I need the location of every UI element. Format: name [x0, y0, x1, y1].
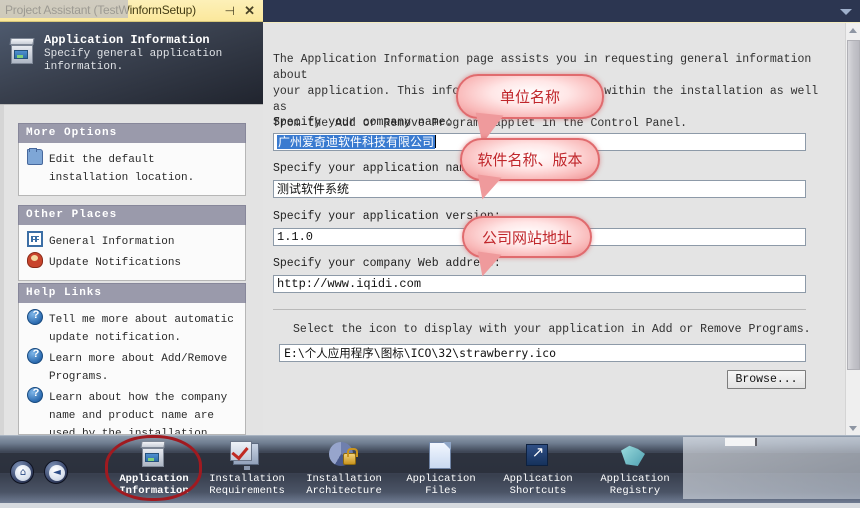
registry-blocks-icon [618, 441, 652, 472]
company-name-label: Specify your company name: [273, 116, 453, 129]
company-web-address-label: Specify your company Web address: [273, 257, 501, 270]
dock-item-label-line2: Requirements [209, 485, 285, 497]
dock-item-label-line1: Application [503, 473, 573, 485]
page-subtitle: Specify general application information. [44, 48, 223, 73]
help-link-company-product-name[interactable]: Learn about how the company name and pro… [25, 387, 239, 435]
sidebar-item-general-information[interactable]: General Information [25, 231, 239, 249]
sidebar-item-label: Edit the default installation location. [49, 154, 195, 184]
vertical-scrollbar[interactable] [845, 23, 860, 436]
close-icon[interactable]: ✕ [244, 3, 255, 19]
dock-item-installation-architecture[interactable]: Installation Architecture [289, 436, 399, 497]
panel-title: Other Places [18, 205, 246, 225]
callout-tail [474, 174, 502, 202]
dock-item-label-line2: Registry [609, 485, 661, 497]
panel-title: More Options [18, 123, 246, 143]
file-page-icon [424, 441, 458, 472]
shortcut-arrow-icon [521, 441, 555, 472]
help-link-label: Tell me more about automatic update noti… [49, 314, 234, 344]
dock-item-label-line2: Architecture [306, 485, 382, 497]
back-arrow-icon: ◄ [49, 465, 65, 481]
annotation-red-circle [105, 435, 202, 501]
section-divider [273, 309, 806, 310]
help-icon [27, 348, 44, 364]
sidebar-panel-other-places: Other Places General Information Update … [18, 205, 246, 281]
application-version-value: 1.1.0 [277, 230, 314, 244]
help-icon [27, 387, 44, 403]
page-title: Application Information [44, 33, 210, 47]
callout-app-name-version: 软件名称、版本 [460, 138, 600, 202]
update-icon [27, 252, 43, 268]
sidebar-item-label: Update Notifications [49, 257, 182, 269]
application-name-value: 测试软件系统 [277, 182, 350, 196]
dock-item-label-line1: Application [600, 473, 670, 485]
sidebar-item-edit-install-location[interactable]: Edit the default installation location. [25, 148, 239, 185]
back-button[interactable]: ◄ [44, 460, 68, 484]
help-link-label: Learn about how the company name and pro… [49, 392, 228, 435]
company-web-address-input[interactable]: http://www.iqidi.com [273, 275, 806, 293]
callout-company-web-address: 公司网站地址 [462, 216, 592, 279]
callout-tail [474, 251, 502, 279]
app-root: Project Assistant (TestWinformSetup) ⊣ ✕… [0, 0, 860, 508]
sidebar-item-label: General Information [49, 236, 175, 248]
chevron-down-icon[interactable] [840, 9, 852, 15]
dock-item-label-line1: Installation [306, 473, 382, 485]
window-title: Project Assistant (TestWinformSetup) [5, 3, 196, 17]
dock-bottom-edge [0, 503, 860, 508]
callout-company-name: 单位名称 [456, 74, 604, 146]
dock-item-application-files[interactable]: Application Files [386, 436, 496, 497]
dock-item-label-line2: Shortcuts [509, 485, 567, 497]
window-title-tab[interactable]: Project Assistant (TestWinformSetup) ⊣ ✕ [0, 0, 263, 22]
panel-title: Help Links [18, 283, 246, 303]
page-header: Application Information Specify general … [0, 22, 263, 105]
help-link-label: Learn more about Add/Remove Programs. [49, 353, 228, 383]
checklist-monitor-icon [230, 441, 264, 472]
dock-item-label-line2: Files [425, 485, 457, 497]
application-box-icon [9, 38, 36, 66]
application-name-label: Specify your application name: [273, 162, 481, 175]
home-icon: ⌂ [15, 465, 31, 481]
dock-item-label-line1: Application [406, 473, 476, 485]
application-name-input[interactable]: 测试软件系统 [273, 180, 806, 198]
dock-item-label-line1: Installation [209, 473, 285, 485]
icon-section-note: Select the icon to display with your app… [293, 323, 811, 336]
dock-item-application-shortcuts[interactable]: Application Shortcuts [483, 436, 593, 497]
dock-item-application-registry[interactable]: Application Registry [580, 436, 690, 497]
folder-icon [27, 148, 43, 165]
scroll-up-arrow-icon[interactable] [846, 23, 860, 38]
pin-icon[interactable]: ⊣ [225, 4, 235, 18]
help-link-add-remove-programs[interactable]: Learn more about Add/Remove Programs. [25, 348, 239, 384]
scrollbar-thumb[interactable] [847, 40, 860, 370]
company-web-address-value: http://www.iqidi.com [277, 277, 422, 291]
icon-path-value: E:\个人应用程序\图标\ICO\32\strawberry.ico [284, 346, 557, 360]
help-icon [27, 309, 44, 325]
company-name-value: 广州爱奇迪软件科技有限公司 [277, 135, 436, 149]
browse-button[interactable]: Browse... [727, 370, 806, 389]
sidebar-item-update-notifications[interactable]: Update Notifications [25, 252, 239, 270]
sidebar-panel-more-options: More Options Edit the default installati… [18, 123, 246, 196]
scroll-down-arrow-icon[interactable] [846, 421, 860, 436]
dock-item-installation-requirements[interactable]: Installation Requirements [192, 436, 302, 497]
home-button[interactable]: ⌂ [10, 460, 34, 484]
icon-path-input[interactable]: E:\个人应用程序\图标\ICO\32\strawberry.ico [279, 344, 806, 362]
help-link-update-notification[interactable]: Tell me more about automatic update noti… [25, 309, 239, 345]
grid-icon [27, 231, 43, 247]
pie-lock-icon [327, 441, 361, 472]
sidebar-panel-help-links: Help Links Tell me more about automatic … [18, 283, 246, 435]
sidebar: More Options Edit the default installati… [0, 105, 263, 435]
left-column: Application Information Specify general … [0, 22, 263, 435]
